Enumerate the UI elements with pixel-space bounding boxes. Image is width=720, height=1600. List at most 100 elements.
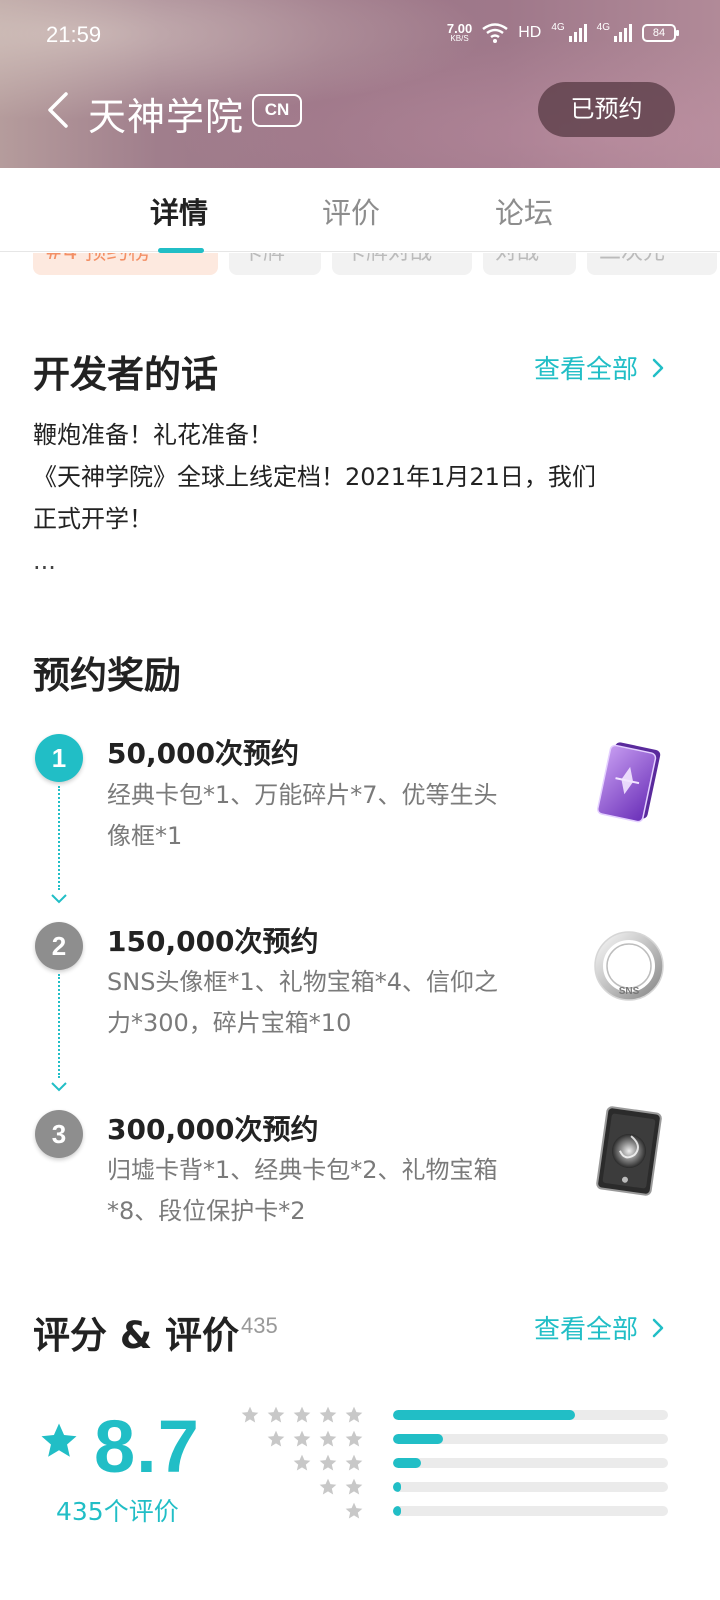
- rewards-section-title: 预约奖励: [33, 654, 181, 697]
- developer-message-line: 鞭炮准备！礼花准备！: [33, 421, 273, 449]
- network-type-label: 4G: [551, 21, 565, 33]
- ratings-see-all-link[interactable]: 查看全部: [534, 1309, 664, 1346]
- reward-step-number: 2: [35, 922, 83, 970]
- signal-bars-icon: [614, 23, 632, 42]
- star-icon: [345, 1478, 363, 1495]
- star-icon: [41, 1423, 77, 1457]
- developer-message-line: 《天神学院》全球上线定档！2021年1月21日，我们: [33, 463, 596, 491]
- reward-description-line: *8、段位保护卡*2: [107, 1197, 306, 1225]
- rating-bar-fill: [393, 1506, 402, 1516]
- rating-bar-track: [393, 1506, 668, 1516]
- dark-card-back-icon: [596, 1106, 662, 1196]
- developer-message-ellipsis: ...: [33, 547, 56, 575]
- battery-icon: 84: [642, 23, 679, 42]
- reward-title: 300,000次预约: [107, 1113, 319, 1146]
- rating-stars: [292, 1453, 364, 1473]
- rating-stars: [344, 1501, 364, 1521]
- status-bar: 21:59 7.00 KB/S HD 4G 4G 84: [0, 0, 720, 70]
- app-header: 21:59 7.00 KB/S HD 4G 4G 84 天神学院 CN 已预约: [0, 0, 720, 168]
- tab-reviews[interactable]: 评价: [322, 190, 380, 232]
- developer-see-all-link[interactable]: 查看全部: [534, 349, 664, 386]
- star-icon: [293, 1430, 311, 1447]
- developer-message: 鞭炮准备！礼花准备！ 《天神学院》全球上线定档！2021年1月21日，我们 正式…: [33, 414, 683, 582]
- rating-distribution-row: [250, 1477, 670, 1497]
- reward-description-line: 经典卡包*1、万能碎片*7、优等生头: [107, 781, 498, 809]
- rating-stars: [318, 1477, 364, 1497]
- region-badge: CN: [252, 94, 302, 127]
- star-icon: [319, 1478, 337, 1495]
- reward-description-line: SNS头像框*1、礼物宝箱*4、信仰之: [107, 968, 498, 996]
- rating-distribution-row: [250, 1501, 670, 1521]
- star-icon: [319, 1454, 337, 1471]
- reward-description: 归墟卡背*1、经典卡包*2、礼物宝箱 *8、段位保护卡*2: [107, 1150, 557, 1232]
- developer-message-line: 正式开学！: [33, 505, 153, 533]
- reward-description: 经典卡包*1、万能碎片*7、优等生头 像框*1: [107, 775, 557, 857]
- purple-card-pack-icon: [597, 742, 661, 823]
- signal-bars-icon: [568, 23, 587, 42]
- step-connector-line: [58, 974, 60, 1078]
- rating-bar-fill: [393, 1410, 575, 1420]
- rating-bar-track: [393, 1482, 668, 1492]
- back-button[interactable]: [40, 88, 76, 132]
- tab-forum[interactable]: 论坛: [495, 190, 553, 232]
- network-speed-unit: KB/S: [450, 34, 469, 43]
- reserved-button[interactable]: 已预约: [538, 82, 675, 137]
- status-time: 21:59: [46, 22, 102, 47]
- network-speed: 7.00 KB/S: [447, 22, 472, 43]
- reward-title: 50,000次预约: [107, 737, 300, 770]
- rating-bar-track: [393, 1458, 668, 1468]
- rating-bar-fill: [393, 1482, 402, 1492]
- see-all-label: 查看全部: [534, 1315, 639, 1345]
- ratings-section-title: 评分 & 评价: [33, 1314, 240, 1357]
- reward-description: SNS头像框*1、礼物宝箱*4、信仰之 力*300，碎片宝箱*10: [107, 962, 557, 1044]
- reward-description-line: 力*300，碎片宝箱*10: [107, 1009, 352, 1037]
- rating-bar-fill: [393, 1434, 443, 1444]
- reward-description-line: 归墟卡背*1、经典卡包*2、礼物宝箱: [107, 1156, 498, 1184]
- star-icon: [345, 1406, 363, 1423]
- rating-distribution-row: [250, 1429, 670, 1449]
- svg-text:SNS: SNS: [619, 986, 640, 997]
- rating-stars: [240, 1405, 364, 1425]
- page-title: 天神学院: [88, 95, 245, 139]
- star-icon: [345, 1502, 363, 1519]
- star-icon: [319, 1430, 337, 1447]
- star-icon: [345, 1430, 363, 1447]
- ratings-count: 435: [241, 1313, 278, 1338]
- rating-bar-track: [393, 1410, 668, 1420]
- tag-row: #4 预约榜 卡牌 卡牌对战 对战 二次元: [0, 253, 720, 277]
- reward-step-number: 3: [35, 1110, 83, 1158]
- chevron-right-icon: [652, 1318, 664, 1337]
- rating-distribution-row: [250, 1453, 670, 1473]
- star-icon: [241, 1406, 259, 1423]
- chevron-right-icon: [652, 358, 664, 377]
- network-type-label: 4G: [596, 21, 610, 33]
- tag-item[interactable]: 对战: [483, 253, 576, 275]
- star-icon: [345, 1454, 363, 1471]
- tag-item[interactable]: 二次元: [587, 253, 717, 275]
- chevron-left-icon: [48, 92, 68, 128]
- tab-details[interactable]: 详情: [150, 190, 208, 232]
- signal-indicator-1: 4G: [551, 21, 587, 42]
- reward-title: 150,000次预约: [107, 925, 319, 958]
- tab-bar: 详情 评价 论坛: [0, 168, 720, 252]
- signal-indicator-2: 4G: [596, 21, 632, 42]
- star-icon: [267, 1406, 285, 1423]
- tag-rank[interactable]: #4 预约榜: [33, 253, 218, 275]
- star-icon: [293, 1406, 311, 1423]
- average-score: 8.7: [94, 1405, 200, 1488]
- ratings-total-label: 435个评价: [56, 1497, 179, 1526]
- rating-distribution-row: [241, 1405, 670, 1425]
- star-icon: [267, 1430, 285, 1447]
- step-connector-line: [58, 786, 60, 890]
- tag-item[interactable]: 卡牌对战: [332, 253, 472, 275]
- reward-description-line: 像框*1: [107, 822, 183, 850]
- tag-item[interactable]: 卡牌: [229, 253, 321, 275]
- developer-section-title: 开发者的话: [33, 353, 218, 396]
- star-icon: [319, 1406, 337, 1423]
- status-icons: 7.00 KB/S HD 4G 4G 84: [447, 21, 679, 43]
- rating-bar-fill: [393, 1458, 421, 1468]
- reward-step-number: 1: [35, 734, 83, 782]
- sns-avatar-frame-icon: SNS: [594, 931, 664, 1001]
- wifi-icon: [482, 22, 508, 43]
- chevron-down-icon: [51, 894, 67, 904]
